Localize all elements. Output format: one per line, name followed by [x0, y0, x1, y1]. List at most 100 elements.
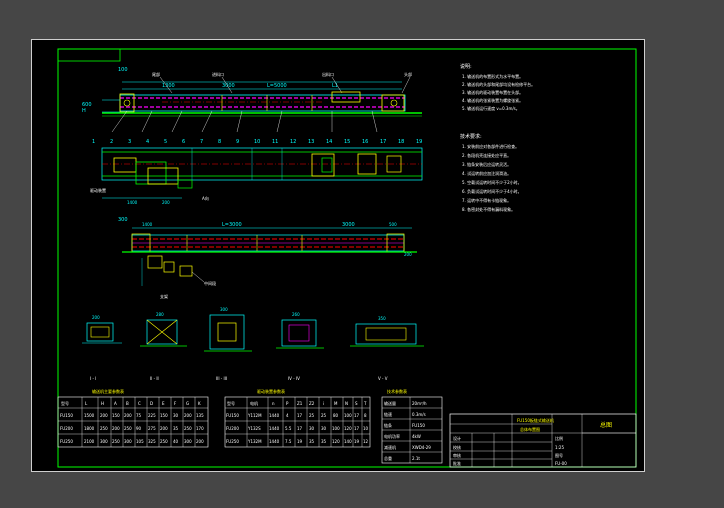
- t2-r1c3: 5.5: [285, 426, 292, 431]
- sec-dim-4: 260: [292, 312, 300, 317]
- part-1: 1: [92, 139, 95, 145]
- t1-r1c8: 35: [173, 426, 179, 431]
- tb-r1c3: 1:25: [555, 445, 564, 450]
- dim-top-left: 100: [118, 67, 128, 73]
- title-cn: FU150板链式输送机: [517, 417, 554, 423]
- part-5: 5: [164, 139, 167, 145]
- tb-r3c0: 批准: [453, 460, 461, 466]
- t1-r2c1: 2100: [84, 439, 95, 444]
- t3-r2v: FU150: [412, 423, 425, 428]
- label-tail: 尾部: [152, 71, 160, 77]
- t1-r1c4: 250: [124, 426, 132, 431]
- t1-h2: H: [101, 401, 104, 406]
- t1-r0c9: 200: [184, 413, 192, 418]
- t3-r3v: 4kW: [412, 434, 421, 439]
- t2-r2c1: Y132M: [247, 439, 262, 444]
- tech-5: 5. 空载试运转时间不少于2小时。: [462, 179, 522, 185]
- middle-view: 300 1400 L=3000 3000 500 200 中间段 支架: [118, 217, 417, 299]
- t3-r2k: 链条: [384, 422, 392, 428]
- label-support: 支架: [160, 293, 168, 299]
- t1-h6: D: [150, 401, 153, 406]
- table-3: 技术参数表 输送量 20m³/h 链速 0.3m/s 链条 FU150 电机功率…: [381, 388, 443, 464]
- t2-r0c7: 80: [333, 413, 339, 418]
- t3-r5v: 2.1t: [412, 456, 420, 461]
- table3-title: 技术参数表: [387, 388, 407, 394]
- t1-h0: 型号: [61, 400, 69, 406]
- t2-r2c4: 19: [297, 439, 303, 444]
- t2-r2c7: 120: [332, 439, 340, 444]
- t2-r0c6: 25: [321, 413, 327, 418]
- subtitle-cn: 总体布置图: [520, 426, 540, 432]
- part-number-row: 1 2 3 4 5 6 7 8 9 10 11 12 13 14 15 16 1…: [92, 139, 422, 145]
- dim-plan-2: 200: [162, 200, 170, 205]
- t2-r1c6: 30: [321, 426, 327, 431]
- t2-h1: 电机: [250, 400, 258, 406]
- t1-r1c0: FU200: [60, 426, 73, 431]
- note-5: 5. 输送机运行速度 v=0.3m/s。: [462, 105, 520, 111]
- part-12: 12: [290, 139, 296, 145]
- note-3: 3. 输送机的驱动装置布置在头部。: [462, 89, 523, 95]
- part-15: 15: [344, 139, 350, 145]
- part-19: 19: [416, 139, 422, 145]
- t2-r1c5: 30: [309, 426, 315, 431]
- t1-r0c5: 75: [136, 413, 142, 418]
- t2-r0c5: 25: [309, 413, 315, 418]
- t2-r1c2: 1440: [269, 426, 280, 431]
- tech-8: 8. 各密封处不得有漏料现象。: [462, 206, 515, 212]
- t1-h1: L: [85, 401, 88, 406]
- tech-3: 3. 链条安装后应运转灵活。: [462, 161, 511, 167]
- t1-r0c10: 135: [196, 413, 204, 418]
- part-6: 6: [182, 139, 185, 145]
- t2-r1c9: 17: [354, 426, 360, 431]
- t1-r0c8: 30: [173, 413, 179, 418]
- label-drive: 驱动装置: [90, 187, 106, 193]
- part-18: 18: [398, 139, 404, 145]
- t2-h10: T: [363, 401, 367, 406]
- t2-h2: n: [272, 401, 275, 406]
- table-2: 驱动装置参数表 型号 电机 n P Z1 Z2 i M N S T FU150 …: [224, 388, 371, 448]
- t1-r1c1: 1800: [84, 426, 95, 431]
- t2-r0c4: 17: [297, 413, 303, 418]
- t2-r0c1: Y112M: [247, 413, 262, 418]
- label-feed: 进料口: [212, 71, 224, 77]
- t1-r0c0: FU150: [60, 413, 73, 418]
- t2-h8: N: [345, 401, 348, 406]
- dim-top-2: 3000: [222, 83, 235, 89]
- part-16: 16: [362, 139, 368, 145]
- t3-r1k: 链速: [384, 411, 392, 417]
- dim-mid-1: 1400: [142, 222, 153, 227]
- tech-4: 4. 试运转前应加注润滑油。: [462, 170, 511, 176]
- t2-h4: Z1: [297, 401, 303, 406]
- note-1: 1. 输送机的布置形式为水平布置。: [462, 73, 523, 79]
- t1-r1c10: 170: [196, 426, 204, 431]
- t1-r2c6: 325: [148, 439, 156, 444]
- dim-elev-b: H: [82, 108, 86, 114]
- t2-r0c10: 8: [364, 413, 367, 418]
- t1-h8: F: [174, 401, 177, 406]
- part-14: 14: [326, 139, 332, 145]
- t1-h5: C: [138, 401, 141, 406]
- t1-r0c3: 150: [112, 413, 120, 418]
- t1-h9: G: [186, 401, 189, 406]
- sec-dim-5: 350: [378, 316, 386, 321]
- sec-label-4: IV - IV: [288, 376, 300, 381]
- dim-mid-left: 300: [118, 217, 128, 223]
- tb-r0c0: 设计: [453, 435, 461, 441]
- plan-view: 驱动装置 A向 1400 200: [90, 147, 423, 205]
- label-view-a: A向: [202, 195, 209, 201]
- t1-r0c1: 1500: [84, 413, 95, 418]
- dim-top-3: L=5000: [267, 83, 287, 89]
- t2-r1c8: 120: [344, 426, 352, 431]
- t3-r5k: 总重: [384, 455, 392, 461]
- t1-r2c2: 300: [100, 439, 108, 444]
- t1-r1c5: 90: [136, 426, 142, 431]
- sec-dim-2: 280: [156, 312, 164, 317]
- part-13: 13: [308, 139, 314, 145]
- t3-r1v: 0.3m/s: [412, 412, 426, 417]
- part-9: 9: [236, 139, 239, 145]
- t2-h0: 型号: [227, 400, 235, 406]
- top-elevation-view: 100 1300 3000 L=5000 L1 600 H 尾部 进料口 出料口…: [82, 67, 422, 133]
- t2-h5: Z2: [309, 401, 315, 406]
- tb-r0c3: 比例: [555, 435, 563, 441]
- sheet-no: 总图: [600, 421, 612, 429]
